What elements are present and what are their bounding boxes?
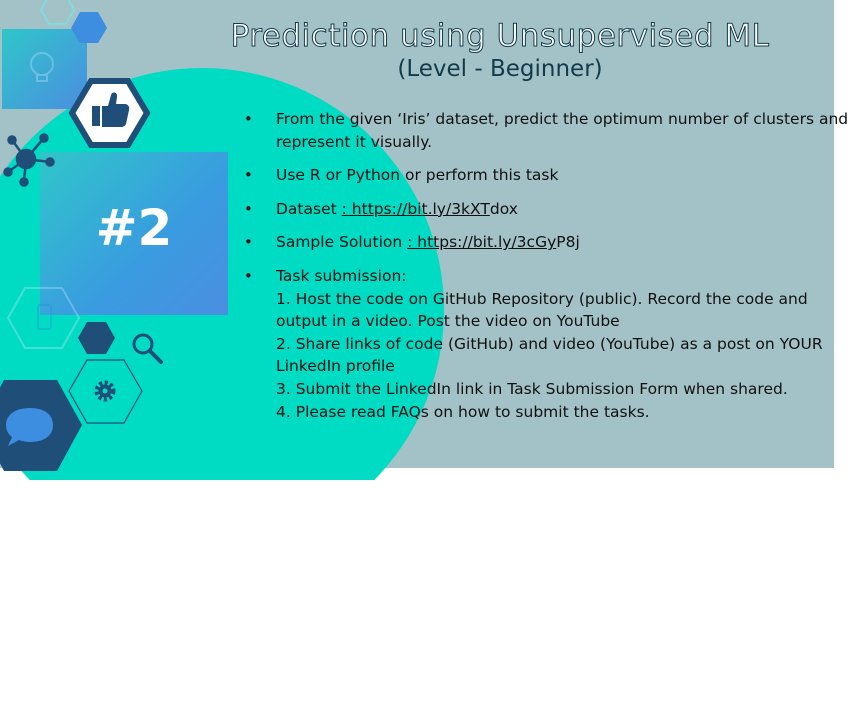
bullet-task-submission: Task submission: 1. Host the code on Git…	[244, 265, 849, 423]
dataset-link[interactable]: : https://bit.ly/3kXT	[342, 200, 490, 218]
navy-hexagon	[78, 322, 115, 354]
magnifier-icon	[132, 333, 163, 364]
submission-step: 1. Host the code on GitHub Repository (p…	[276, 289, 808, 331]
task-bullet-list: From the given ‘Iris’ dataset, predict t…	[244, 108, 849, 434]
sample-solution-link[interactable]: : https://bit.ly/3cGy	[407, 233, 556, 251]
slide-title: Prediction using Unsupervised ML	[230, 18, 770, 55]
bullet-tools: Use R or Python or perform this task	[244, 164, 849, 187]
slide-subtitle: (Level - Beginner)	[397, 56, 603, 82]
lightbulb-icon	[30, 52, 54, 82]
sample-solution-link-tail: P8j	[556, 233, 580, 252]
submission-step: 3. Submit the LinkedIn link in Task Subm…	[276, 379, 788, 398]
decorative-icons	[0, 0, 163, 471]
sample-solution-label: Sample Solution	[276, 233, 408, 252]
speech-bubble-icon	[0, 380, 82, 471]
thumbs-up-icon	[68, 78, 151, 148]
bullet-dataset: Dataset : https://bit.ly/3kXTdox	[244, 198, 849, 221]
submission-heading: Task submission:	[276, 266, 407, 285]
submission-step: 4. Please read FAQs on how to submit the…	[276, 402, 650, 421]
network-icon	[3, 133, 55, 187]
gear-icon	[68, 359, 143, 424]
bullet-sample-solution: Sample Solution : https://bit.ly/3cGyP8j	[244, 231, 849, 254]
blue-hexagon	[71, 12, 107, 43]
submission-step: 2. Share links of code (GitHub) and vide…	[276, 334, 823, 376]
dataset-label: Dataset	[276, 199, 342, 218]
outline-hexagon	[39, 0, 76, 25]
dataset-link-tail: dox	[489, 199, 518, 218]
slide: #2 Prediction using Unsupervised ML (Lev…	[0, 0, 849, 480]
bullet-objective: From the given ‘Iris’ dataset, predict t…	[244, 108, 849, 153]
phone-icon	[6, 287, 81, 349]
